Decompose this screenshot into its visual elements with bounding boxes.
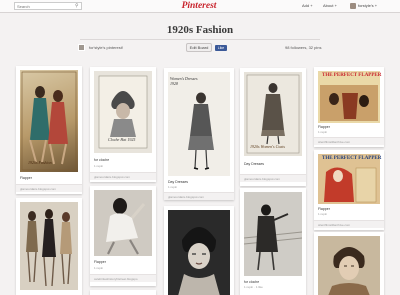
pin-image[interactable] — [94, 190, 152, 256]
board-owner[interactable]: for'style's pinterest! — [89, 45, 123, 50]
pin-card[interactable] — [164, 206, 234, 295]
pin-stats: 1 repin — [318, 212, 328, 216]
pin-image[interactable] — [243, 192, 303, 276]
owner-avatar[interactable] — [78, 44, 85, 51]
pin-card[interactable]: 1920s Fashion Flapper glamourdaze.blogsp… — [16, 66, 82, 194]
divider — [80, 39, 320, 40]
pin-source[interactable]: glamourdaze.blogspot.com — [90, 172, 156, 180]
pin-art-text: 1920s Women's Coats — [250, 144, 285, 149]
search-icon[interactable]: ⚲ — [75, 3, 79, 9]
pin-image[interactable]: Cloche Hat 1925 — [94, 71, 152, 153]
pin-stats: 1 repin — [318, 130, 328, 134]
pin-image[interactable] — [20, 202, 78, 290]
pin-card[interactable]: for cloche 1 repin · 1 like — [240, 188, 306, 295]
pin-source[interactable]: glamourdaze.blogspot.com — [164, 192, 234, 200]
pin-card[interactable]: Flapper 1 repin celebritieshistoryhistre… — [90, 186, 156, 286]
pin-source[interactable]: glamourdaze.blogspot.com — [240, 174, 306, 182]
pin-art-text: Women's Dresses 1928 — [170, 76, 198, 86]
portrait-photo — [168, 210, 230, 295]
pin-source[interactable]: silentfilmstillarchive.com — [314, 137, 384, 145]
pin-art-text: THE PERFECT FLAPPER — [322, 73, 382, 78]
avatar[interactable] — [350, 3, 356, 9]
pin-caption: Flapper — [94, 260, 106, 264]
movie-poster-illustration — [318, 71, 380, 123]
pin-card[interactable] — [16, 198, 82, 295]
pin-image[interactable]: Women's Dresses 1928 — [168, 72, 230, 176]
portrait-photo — [318, 236, 380, 295]
pin-card[interactable]: Women's Dresses 1928 Day Dresses 1 repin… — [164, 68, 234, 200]
pin-image[interactable]: 1920s Women's Coats — [244, 72, 302, 156]
pin-image[interactable]: THE PERFECT FLAPPER — [318, 71, 382, 123]
pin-art-text: Cloche Hat 1925 — [108, 137, 136, 142]
facebook-like-button[interactable]: Like — [215, 45, 227, 51]
pin-caption: Flapper — [20, 176, 32, 180]
pin-caption: for cloche — [94, 158, 110, 162]
pin-caption: Flapper — [318, 125, 330, 129]
flapper-illustration — [21, 71, 77, 171]
pin-caption: Flapper — [318, 207, 330, 211]
pin-image[interactable]: 1920s Fashion — [20, 70, 78, 172]
pin-caption: Day Dresses — [168, 180, 189, 184]
pinterest-logo[interactable]: Pinterest — [173, 0, 225, 13]
pin-art-text: 1920s Fashion — [28, 160, 52, 165]
about-menu[interactable]: About + — [323, 3, 337, 9]
pin-art-text: THE PERFECT FLAPPER — [322, 156, 382, 161]
pin-card[interactable] — [90, 290, 156, 295]
pin-source[interactable]: glamourdaze.blogspot.com — [16, 184, 82, 192]
pin-image[interactable] — [318, 236, 380, 295]
pin-caption: Day Dresses — [244, 162, 265, 166]
day-dress-illustration — [188, 92, 214, 170]
ship-deck-photo — [243, 192, 303, 276]
flapper-photo — [94, 190, 152, 256]
board-title: 1920s Fashion — [166, 24, 234, 36]
pin-card[interactable]: THE PERFECT FLAPPER Flapper 1 repin sile… — [314, 67, 384, 147]
flapper-group-illustration — [26, 209, 72, 287]
pin-stats: 1 repin — [168, 185, 178, 189]
pin-stats: 1 repin — [94, 266, 104, 270]
add-menu[interactable]: Add + — [302, 3, 313, 9]
pin-stats: 1 repin — [94, 164, 104, 168]
user-menu[interactable]: forstyle's + — [358, 3, 377, 9]
search-input[interactable] — [14, 2, 82, 10]
pin-image[interactable] — [168, 210, 230, 295]
pin-stats: 1 repin · 1 like — [244, 285, 263, 289]
pin-image[interactable]: THE PERFECT FLAPPER — [318, 154, 382, 204]
top-navigation-bar: ⚲ Pinterest Add + About + forstyle's + — [0, 0, 400, 13]
pin-source[interactable]: celebritieshistoryhistreet.blogspo — [90, 274, 156, 282]
pin-source[interactable]: silentfilmstillarchive.com — [314, 220, 384, 228]
pin-card[interactable]: Cloche Hat 1925 for cloche 1 repin glamo… — [90, 67, 156, 182]
movie-poster-illustration — [318, 154, 380, 204]
edit-board-button[interactable]: Edit Board — [186, 43, 212, 52]
pin-card[interactable]: THE PERFECT FLAPPER Flapper 1 repin sile… — [314, 150, 384, 230]
board-stats: 98 followers, 32 pins — [285, 45, 322, 50]
pin-card[interactable]: 1920s Women's Coats Day Dresses glamourd… — [240, 68, 306, 186]
pin-caption: for cloche — [244, 280, 260, 284]
pin-card[interactable] — [314, 232, 384, 295]
